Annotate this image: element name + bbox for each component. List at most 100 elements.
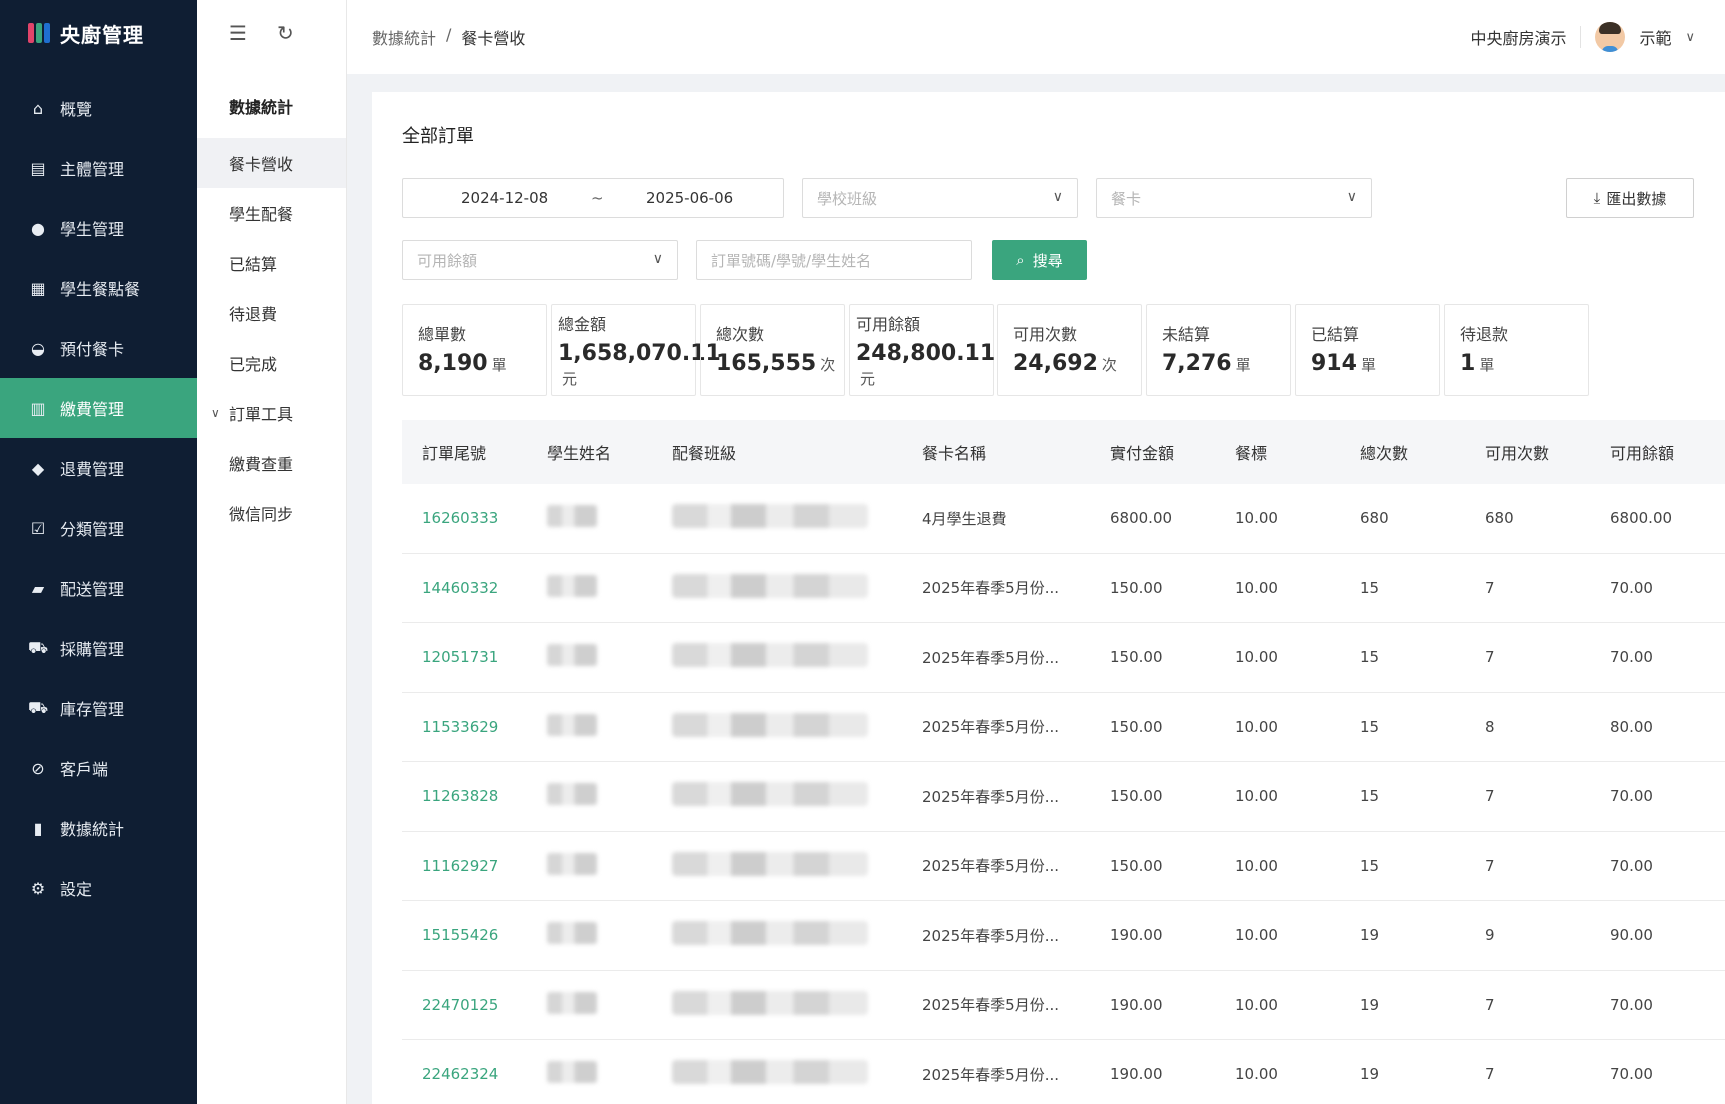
stat-card: 可用餘額 248,800.11 元 — [849, 304, 995, 396]
sidebar-item[interactable]: ◆ 退費管理 — [0, 438, 197, 498]
user-name[interactable]: 示範 — [1639, 25, 1671, 49]
submenu-item[interactable]: 學生配餐 — [197, 188, 346, 238]
sidebar-item[interactable]: ▦ 學生餐點餐 — [0, 258, 197, 318]
stat-value: 24,692 — [1013, 351, 1098, 376]
stat-label: 總次數 — [716, 325, 765, 344]
table-row[interactable]: 15155426 2025年春季5月份... 190.00 10.00 19 9 90.00 — [402, 901, 1725, 971]
top-header: 數據統計 / 餐卡營收 中央廚房演示 示範 ∨ — [347, 0, 1725, 74]
breadcrumb-separator: / — [446, 25, 452, 44]
table-row[interactable]: 22462324 2025年春季5月份... 190.00 10.00 19 7 70.00 — [402, 1040, 1725, 1104]
column-header[interactable]: 餐卡名稱 — [902, 440, 1090, 464]
available-balance-cell: 90.00 — [1610, 926, 1653, 945]
submenu-item[interactable]: 已完成 — [197, 338, 346, 388]
redacted-name — [547, 922, 597, 945]
order-number-link[interactable]: 11533629 — [402, 718, 527, 736]
table-row[interactable]: 22470125 2025年春季5月份... 190.00 10.00 19 7 70.00 — [402, 971, 1725, 1040]
redacted-name — [547, 852, 597, 875]
sidebar-item-label: 採購管理 — [60, 640, 125, 659]
paid-amount-cell: 150.00 — [1110, 717, 1163, 736]
date-range-picker[interactable]: 2024-12-08 ~ 2025-06-06 — [402, 178, 784, 218]
table-row[interactable]: 11263828 2025年春季5月份... 150.00 10.00 15 7 70.00 — [402, 762, 1725, 832]
export-label: 匯出數據 — [1606, 189, 1667, 208]
column-header[interactable]: 學生姓名 — [527, 440, 652, 464]
chevron-down-icon[interactable]: ∨ — [1685, 30, 1695, 45]
export-button[interactable]: ⤓ 匯出數據 — [1566, 178, 1694, 218]
sidebar-item[interactable]: ▥ 繳費管理 — [0, 378, 197, 438]
submenu-item[interactable]: 已結算 — [197, 238, 346, 288]
date-end[interactable]: 2025-06-06 — [646, 189, 733, 207]
column-header[interactable]: 可用次數 — [1465, 440, 1590, 464]
table-row[interactable]: 16260333 4月學生退費 6800.00 10.00 680 680 6800.00 — [402, 484, 1725, 554]
search-input[interactable]: 訂單號碼/學號/學生姓名 — [696, 240, 972, 280]
logo-icon — [28, 21, 50, 45]
column-header[interactable]: 配餐班級 — [652, 440, 902, 464]
submenu-item-label: 繳費查重 — [229, 455, 294, 474]
order-number-link[interactable]: 12051731 — [402, 648, 527, 666]
submenu-item[interactable]: 微信同步 — [197, 488, 346, 538]
class-cell — [652, 851, 902, 880]
submenu-item[interactable]: 繳費查重 — [197, 438, 346, 488]
order-number-link[interactable]: 22462324 — [402, 1065, 527, 1083]
table-row[interactable]: 11533629 2025年春季5月份... 150.00 10.00 15 8 80.00 — [402, 693, 1725, 762]
total-count-cell: 15 — [1360, 717, 1380, 736]
user-avatar[interactable] — [1595, 22, 1626, 52]
sidebar-item[interactable]: ◒ 預付餐卡 — [0, 318, 197, 378]
class-select[interactable]: 學校班級 ∨ — [802, 178, 1078, 218]
total-count-cell: 19 — [1360, 926, 1380, 945]
column-header[interactable]: 訂單尾號 — [402, 440, 527, 464]
sidebar-item[interactable]: ⛟ 庫存管理 — [0, 678, 197, 738]
order-number-link[interactable]: 14460332 — [402, 579, 527, 597]
stat-label: 未結算 — [1162, 325, 1211, 344]
submenu-item[interactable]: ∨ 訂單工具 — [197, 388, 346, 438]
meal-standard-cell: 10.00 — [1235, 717, 1278, 736]
sidebar-item[interactable]: ▰ 配送管理 — [0, 558, 197, 618]
column-header[interactable]: 可用餘額 — [1590, 440, 1725, 464]
order-number-link[interactable]: 11162927 — [402, 857, 527, 875]
search-button[interactable]: ⌕ 搜尋 — [992, 240, 1087, 280]
order-number-link[interactable]: 11263828 — [402, 787, 527, 805]
submenu-item-label: 學生配餐 — [229, 205, 294, 224]
sidebar-item[interactable]: ● 學生管理 — [0, 198, 197, 258]
table-row[interactable]: 14460332 2025年春季5月份... 150.00 10.00 15 7 70.00 — [402, 554, 1725, 623]
app-logo[interactable]: 央廚管理 — [0, 0, 197, 66]
meal-standard-cell: 10.00 — [1235, 509, 1278, 528]
search-label: 搜尋 — [1032, 251, 1063, 270]
sidebar-item[interactable]: ▤ 主體管理 — [0, 138, 197, 198]
paid-amount-cell: 190.00 — [1110, 926, 1163, 945]
stat-value: 7,276 — [1162, 351, 1232, 376]
date-start[interactable]: 2024-12-08 — [461, 189, 548, 207]
meal-standard-cell: 10.00 — [1235, 995, 1278, 1014]
stat-unit: 單 — [491, 356, 507, 374]
paid-amount-cell: 190.00 — [1110, 1065, 1163, 1084]
balance-select[interactable]: 可用餘額 ∨ — [402, 240, 678, 280]
table-row[interactable]: 12051731 2025年春季5月份... 150.00 10.00 15 7 70.00 — [402, 623, 1725, 693]
sidebar-item-label: 預付餐卡 — [60, 340, 125, 359]
sidebar-item[interactable]: ⛟ 採購管理 — [0, 618, 197, 678]
sidebar-item[interactable]: ⊘ 客戶端 — [0, 738, 197, 798]
total-count-cell: 15 — [1360, 578, 1380, 597]
orders-table: 訂單尾號 學生姓名 配餐班級 餐卡名稱 實付金額 餐標 總次數 可用次數 可用餘額 162603… — [402, 420, 1725, 1104]
class-cell — [652, 643, 902, 671]
card-select[interactable]: 餐卡 ∨ — [1096, 178, 1372, 218]
sidebar-item[interactable]: ▮ 數據統計 — [0, 798, 197, 858]
refresh-icon[interactable]: ↻ — [277, 21, 294, 45]
submenu-item[interactable]: 餐卡營收 — [197, 138, 346, 188]
column-header[interactable]: 實付金額 — [1090, 440, 1215, 464]
breadcrumb-current: 餐卡營收 — [461, 29, 526, 48]
order-number-link[interactable]: 22470125 — [402, 996, 527, 1014]
column-header[interactable]: 餐標 — [1215, 440, 1340, 464]
column-header[interactable]: 總次數 — [1340, 440, 1465, 464]
sidebar-item[interactable]: ⌂ 概覽 — [0, 78, 197, 138]
submenu-item[interactable]: 待退費 — [197, 288, 346, 338]
sidebar-item-label: 客戶端 — [60, 760, 109, 779]
order-number-link[interactable]: 15155426 — [402, 926, 527, 944]
sidebar-item[interactable]: ⚙ 設定 — [0, 858, 197, 918]
paid-amount-cell: 150.00 — [1110, 787, 1163, 806]
table-row[interactable]: 11162927 2025年春季5月份... 150.00 10.00 15 7 70.00 — [402, 832, 1725, 901]
sidebar-item[interactable]: ☑ 分類管理 — [0, 498, 197, 558]
breadcrumb-parent[interactable]: 數據統計 — [372, 25, 436, 49]
collapse-menu-icon[interactable]: ☰ — [229, 21, 247, 45]
student-name-cell — [527, 1061, 652, 1087]
order-number-link[interactable]: 16260333 — [402, 509, 527, 527]
sidebar-item-label: 庫存管理 — [60, 700, 125, 719]
